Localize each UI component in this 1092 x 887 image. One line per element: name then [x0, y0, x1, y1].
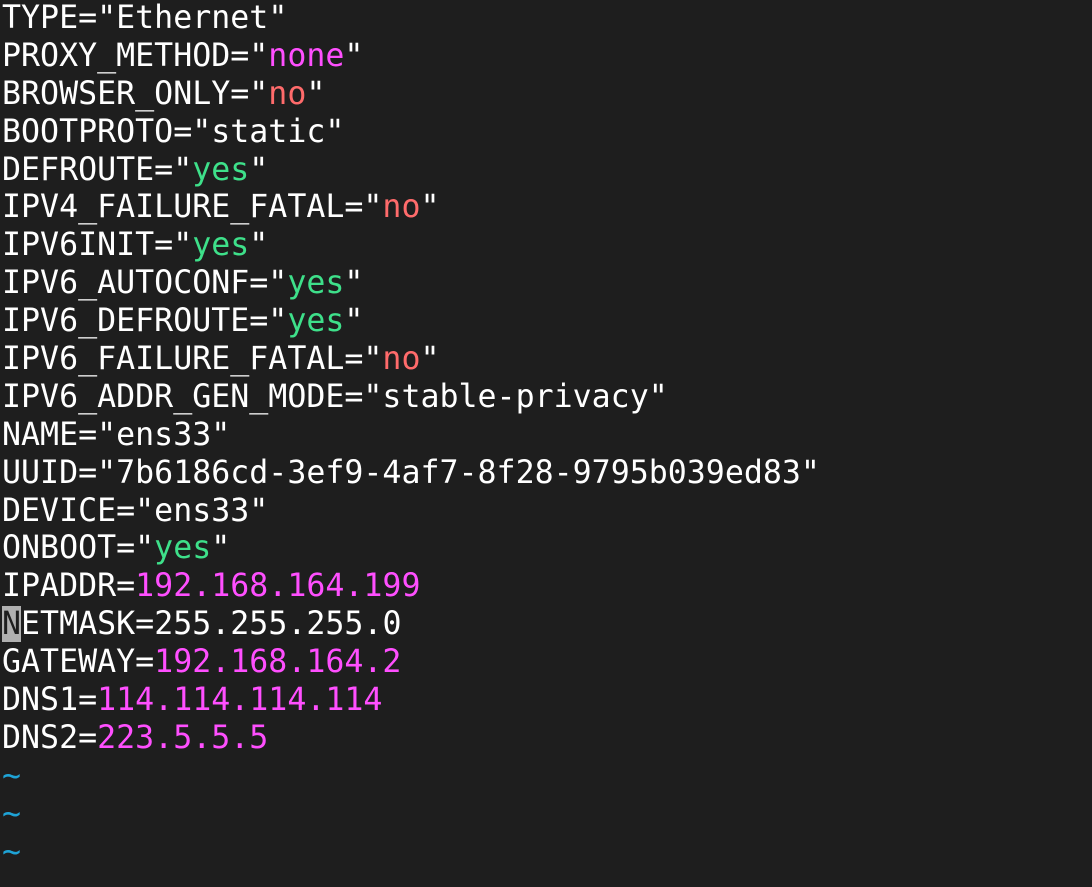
- code-line[interactable]: IPV6_ADDR_GEN_MODE="stable-privacy": [2, 379, 1092, 417]
- config-key: DNS1=: [2, 682, 98, 719]
- config-value: 223.5.5.5: [97, 719, 269, 756]
- config-key: IPV6_FAILURE_FATAL=": [2, 341, 383, 378]
- closing-quote: ": [268, 0, 288, 36]
- code-line[interactable]: GATEWAY=192.168.164.2: [2, 644, 1092, 682]
- config-value: 255.255.255.0: [154, 606, 402, 643]
- closing-quote: ": [800, 454, 820, 491]
- config-value: 192.168.164.2: [154, 644, 402, 681]
- config-key: DEFROUTE=": [2, 151, 193, 188]
- code-line[interactable]: DEVICE="ens33": [2, 493, 1092, 531]
- config-key: DNS2=: [2, 719, 98, 756]
- code-line[interactable]: NETMASK=255.255.255.0: [2, 606, 1092, 644]
- text-cursor: N: [2, 606, 22, 643]
- config-key: IPV6_ADDR_GEN_MODE=": [2, 378, 383, 415]
- config-value: static: [211, 113, 326, 150]
- config-key: BROWSER_ONLY=": [2, 75, 269, 112]
- config-value: Ethernet: [116, 0, 269, 36]
- config-value: yes: [192, 227, 250, 264]
- config-value: yes: [287, 303, 345, 340]
- closing-quote: ": [249, 227, 269, 264]
- closing-quote: ": [211, 416, 231, 453]
- code-line[interactable]: DNS1=114.114.114.114: [2, 682, 1092, 720]
- vim-editor-buffer[interactable]: TYPE="Ethernet" PROXY_METHOD="none" BROWSE…: [0, 0, 1092, 887]
- closing-quote: ": [344, 303, 364, 340]
- config-value: no: [382, 189, 421, 226]
- empty-line-tilde: ~: [2, 833, 22, 870]
- config-key: UUID=": [2, 454, 117, 491]
- code-line[interactable]: TYPE="Ethernet": [2, 0, 1092, 38]
- closing-quote: ": [249, 151, 269, 188]
- code-line[interactable]: PROXY_METHOD="none": [2, 38, 1092, 76]
- closing-quote: ": [648, 378, 668, 415]
- config-key: IPV6_DEFROUTE=": [2, 303, 288, 340]
- empty-line-tilde: ~: [2, 795, 22, 832]
- code-line[interactable]: NAME="ens33": [2, 417, 1092, 455]
- config-value: 114.114.114.114: [97, 682, 383, 719]
- config-value: ens33: [154, 492, 250, 529]
- closing-quote: ": [420, 341, 440, 378]
- code-line[interactable]: DNS2=223.5.5.5: [2, 720, 1092, 758]
- code-line[interactable]: BROWSER_ONLY="no": [2, 76, 1092, 114]
- code-lines: TYPE="Ethernet" PROXY_METHOD="none" BROWSE…: [2, 0, 1092, 758]
- closing-quote: ": [344, 37, 364, 74]
- config-value: yes: [287, 265, 345, 302]
- closing-quote: ": [325, 113, 345, 150]
- config-key: DEVICE=": [2, 492, 155, 529]
- config-key: PROXY_METHOD=": [2, 37, 269, 74]
- config-key: ONBOOT=": [2, 530, 155, 567]
- config-value: 192.168.164.199: [135, 568, 421, 605]
- config-key: IPADDR=: [2, 568, 136, 605]
- code-line[interactable]: IPV6INIT="yes": [2, 227, 1092, 265]
- closing-quote: ": [249, 492, 269, 529]
- config-value: yes: [154, 530, 212, 567]
- closing-quote: ": [344, 265, 364, 302]
- config-key: IPV6INIT=": [2, 227, 193, 264]
- code-line[interactable]: IPV4_FAILURE_FATAL="no": [2, 189, 1092, 227]
- config-value: none: [268, 37, 345, 74]
- code-line[interactable]: DEFROUTE="yes": [2, 152, 1092, 190]
- config-key: GATEWAY=: [2, 644, 155, 681]
- closing-quote: ": [211, 530, 231, 567]
- config-value: 7b6186cd-3ef9-4af7-8f28-9795b039ed83: [116, 454, 801, 491]
- code-line[interactable]: IPADDR=192.168.164.199: [2, 568, 1092, 606]
- config-value: no: [382, 341, 421, 378]
- config-value: ens33: [116, 416, 212, 453]
- code-line[interactable]: ONBOOT="yes": [2, 530, 1092, 568]
- empty-line-tilde: ~: [2, 757, 22, 794]
- config-key: NAME=": [2, 416, 117, 453]
- code-line[interactable]: BOOTPROTO="static": [2, 114, 1092, 152]
- config-value: yes: [192, 151, 250, 188]
- closing-quote: ": [420, 189, 440, 226]
- code-line[interactable]: UUID="7b6186cd-3ef9-4af7-8f28-9795b039ed…: [2, 455, 1092, 493]
- config-key: IPV4_FAILURE_FATAL=": [2, 189, 383, 226]
- code-line[interactable]: IPV6_AUTOCONF="yes": [2, 265, 1092, 303]
- config-key: ETMASK=: [21, 606, 155, 643]
- config-value: no: [268, 75, 307, 112]
- config-key: BOOTPROTO=": [2, 113, 212, 150]
- config-key: TYPE=": [2, 0, 117, 36]
- config-value: stable-privacy: [382, 378, 649, 415]
- closing-quote: ": [306, 75, 326, 112]
- config-key: IPV6_AUTOCONF=": [2, 265, 288, 302]
- code-line[interactable]: IPV6_DEFROUTE="yes": [2, 303, 1092, 341]
- empty-line-markers: ~ ~ ~: [2, 758, 1092, 872]
- code-line[interactable]: IPV6_FAILURE_FATAL="no": [2, 341, 1092, 379]
